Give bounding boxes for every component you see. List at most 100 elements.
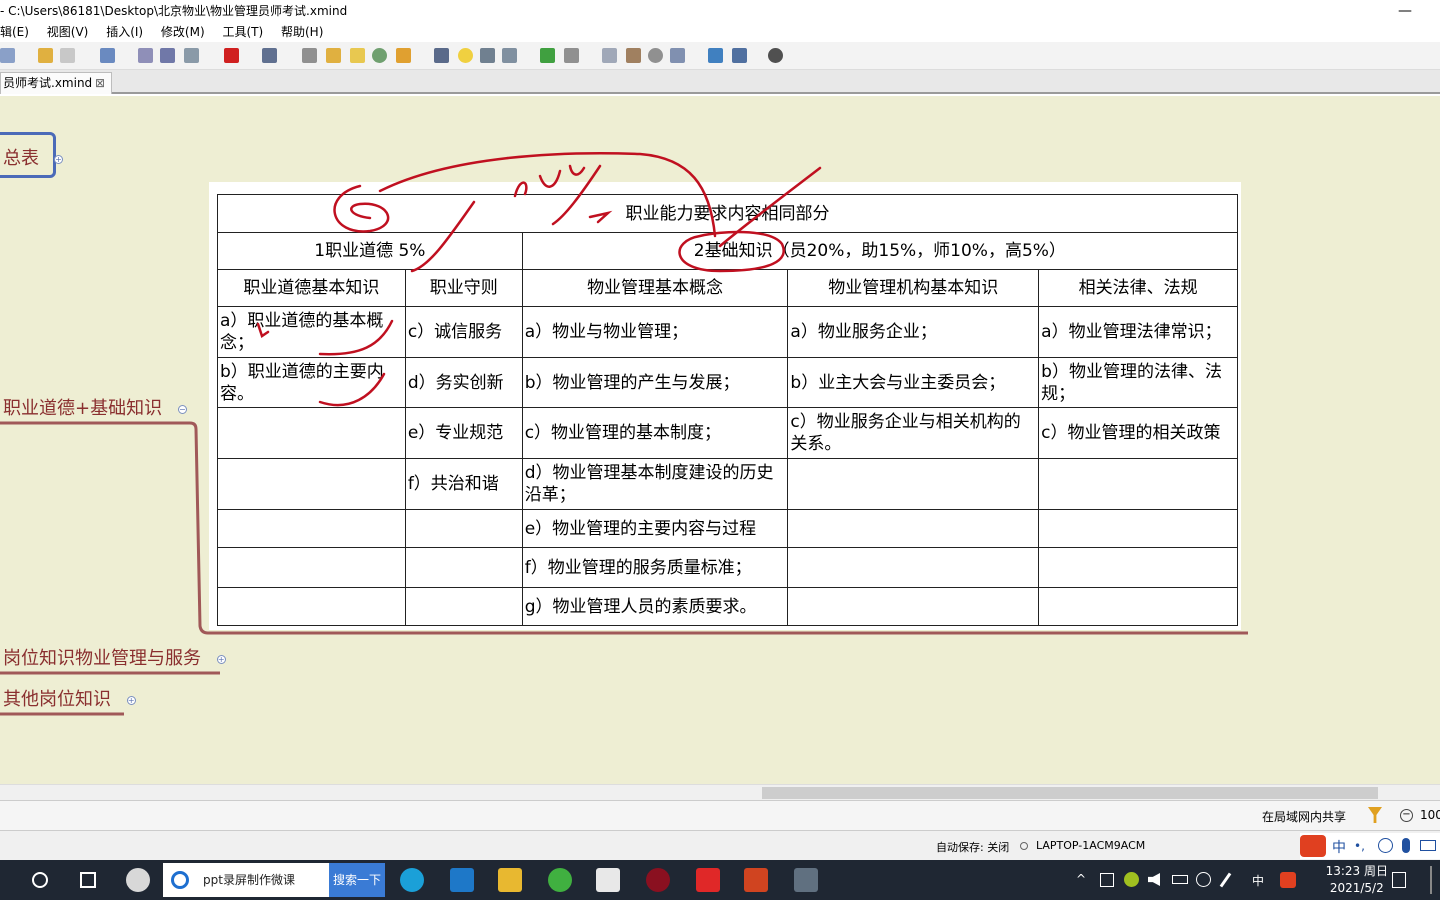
menu-insert[interactable]: 插入(I)	[106, 22, 143, 42]
cortana-icon[interactable]	[32, 872, 48, 888]
zoom-out-icon[interactable]: −	[1400, 809, 1413, 822]
share-icon[interactable]	[564, 48, 579, 63]
search-input[interactable]: ppt录屏制作微课	[163, 863, 329, 897]
save-icon[interactable]	[0, 48, 15, 63]
recorder-icon[interactable]	[794, 868, 818, 892]
store-icon[interactable]	[596, 868, 620, 892]
sogou-app-icon[interactable]	[126, 868, 150, 892]
expand-icon[interactable]: +	[216, 654, 226, 664]
mail-icon[interactable]	[450, 868, 474, 892]
pen-icon[interactable]	[1219, 872, 1232, 888]
powerpoint-icon[interactable]	[744, 868, 768, 892]
system-clock[interactable]: 13:23 周日 2021/5/2	[1326, 863, 1388, 897]
keyboard-icon[interactable]	[1420, 840, 1436, 851]
sogou-tray-icon[interactable]	[1280, 872, 1296, 888]
filter-icon[interactable]	[1368, 807, 1382, 823]
menu-bar: 编辑(E) 视图(V) 插入(I) 修改(M) 工具(T) 帮助(H)	[0, 22, 1440, 42]
table-cell	[787, 509, 1040, 548]
table-cell: a）职业道德的基本概念；	[217, 306, 406, 358]
network-globe-icon[interactable]	[1196, 872, 1211, 887]
section-header: 2基础知识（员20%，助15%，师10%，高5%）	[521, 232, 1239, 270]
xmind-icon[interactable]	[696, 868, 720, 892]
emoji-icon[interactable]	[1378, 838, 1393, 853]
audio-icon[interactable]	[396, 48, 411, 63]
branch-topic-post-knowledge[interactable]: 岗位知识物业管理与服务 +	[3, 644, 226, 670]
clock-icon[interactable]	[648, 48, 663, 63]
root-topic[interactable]: 总表	[3, 144, 39, 170]
expand-icon[interactable]: +	[54, 154, 63, 164]
table-cell	[1038, 547, 1238, 588]
minimize-button[interactable]: —	[1398, 0, 1412, 22]
undo-icon[interactable]	[38, 48, 53, 63]
show-desktop-button[interactable]	[1430, 866, 1432, 894]
table-cell	[217, 587, 406, 626]
branch-topic-ethics-basics[interactable]: 职业道德+基础知识 −	[3, 394, 187, 420]
redo-icon[interactable]	[60, 48, 75, 63]
brainstorm-icon[interactable]	[458, 48, 473, 63]
volume-icon[interactable]	[1148, 873, 1160, 886]
table-cell: a）物业管理法律常识；	[1038, 306, 1238, 358]
notification-icon[interactable]	[1392, 872, 1406, 888]
root-expand-icon[interactable]: +	[44, 148, 63, 169]
menu-tools[interactable]: 工具(T)	[222, 22, 263, 42]
topic-image-table[interactable]: 职业能力要求内容相同部分 1职业道德 5% 2基础知识（员20%，助15%，师1…	[209, 182, 1241, 630]
task-icon[interactable]	[502, 48, 517, 63]
zoom-icon[interactable]	[670, 48, 685, 63]
mindmap-canvas[interactable]: 总表 + 职业道德+基础知识 − 岗位知识物业管理与服务 + 其他岗位知识 + …	[0, 96, 1440, 800]
search-input-text: ppt录屏制作微课	[203, 873, 295, 887]
file-explorer-icon[interactable]	[498, 868, 522, 892]
close-icon[interactable]: ⊠	[95, 73, 105, 93]
label-icon[interactable]	[326, 48, 341, 63]
menu-view[interactable]: 视图(V)	[47, 22, 89, 42]
scroll-thumb[interactable]	[762, 787, 1378, 799]
upload-icon[interactable]	[708, 48, 723, 63]
input-language[interactable]: 中	[1252, 872, 1264, 889]
punctuation-icon[interactable]: •,	[1354, 839, 1365, 853]
menu-edit[interactable]: 编辑(E)	[0, 22, 29, 42]
battery-icon[interactable]	[1172, 875, 1188, 884]
sogou-icon[interactable]	[1300, 835, 1326, 857]
branch-topic-other-knowledge[interactable]: 其他岗位知识 +	[3, 685, 136, 711]
edge-icon[interactable]	[400, 868, 424, 892]
app-red-icon[interactable]	[646, 868, 670, 892]
menu-help[interactable]: 帮助(H)	[281, 22, 323, 42]
gantt-icon[interactable]	[480, 48, 495, 63]
callout-icon[interactable]	[160, 48, 175, 63]
tray-chevron-icon[interactable]: ^	[1076, 872, 1086, 886]
table-row: f）物业管理的服务质量标准；	[217, 547, 1238, 588]
note-icon[interactable]	[350, 48, 365, 63]
presentation-icon[interactable]	[434, 48, 449, 63]
collapse-icon[interactable]: −	[177, 404, 187, 414]
autosave-status[interactable]: 自动保存: 关闭	[936, 839, 1009, 855]
menu-modify[interactable]: 修改(M)	[161, 22, 205, 42]
window-title: - C:\Users\86181\Desktop\北京物业\物业管理员师考试.x…	[0, 4, 348, 18]
tray-plus-icon[interactable]	[1124, 872, 1139, 887]
hyperlink-icon[interactable]	[372, 48, 387, 63]
task-view-icon[interactable]	[80, 872, 96, 888]
marker-icon[interactable]	[224, 48, 239, 63]
table-cell: g）物业管理人员的素质要求。	[521, 587, 789, 626]
map-icon[interactable]	[626, 48, 641, 63]
ime-language[interactable]: 中	[1332, 837, 1346, 857]
tab-document[interactable]: 员师考试.xmind ⊠	[0, 72, 112, 94]
share-status[interactable]: 在局域网内共享	[1262, 808, 1346, 825]
topic-icon[interactable]	[100, 48, 115, 63]
image-icon[interactable]	[262, 48, 277, 63]
expand-icon[interactable]: +	[126, 695, 136, 705]
relationship-icon[interactable]	[184, 48, 199, 63]
branch-label: 岗位知识物业管理与服务	[3, 648, 201, 669]
microphone-icon[interactable]	[1402, 838, 1410, 853]
search-button[interactable]: 搜索一下	[329, 863, 385, 897]
publish-icon[interactable]	[732, 48, 747, 63]
gear-icon[interactable]	[768, 48, 783, 63]
ime-toolbar[interactable]: 中 •,	[1300, 833, 1440, 859]
export-icon[interactable]	[540, 48, 555, 63]
subtopic-icon[interactable]	[138, 48, 153, 63]
attachment-icon[interactable]	[302, 48, 317, 63]
table-title: 职业能力要求内容相同部分	[217, 194, 1238, 233]
tray-app-icon[interactable]	[1100, 873, 1114, 887]
horizontal-scrollbar[interactable]	[0, 784, 1440, 800]
app-green-icon[interactable]	[548, 868, 572, 892]
outline-icon[interactable]	[602, 48, 617, 63]
branch-label: 其他岗位知识	[3, 689, 111, 710]
